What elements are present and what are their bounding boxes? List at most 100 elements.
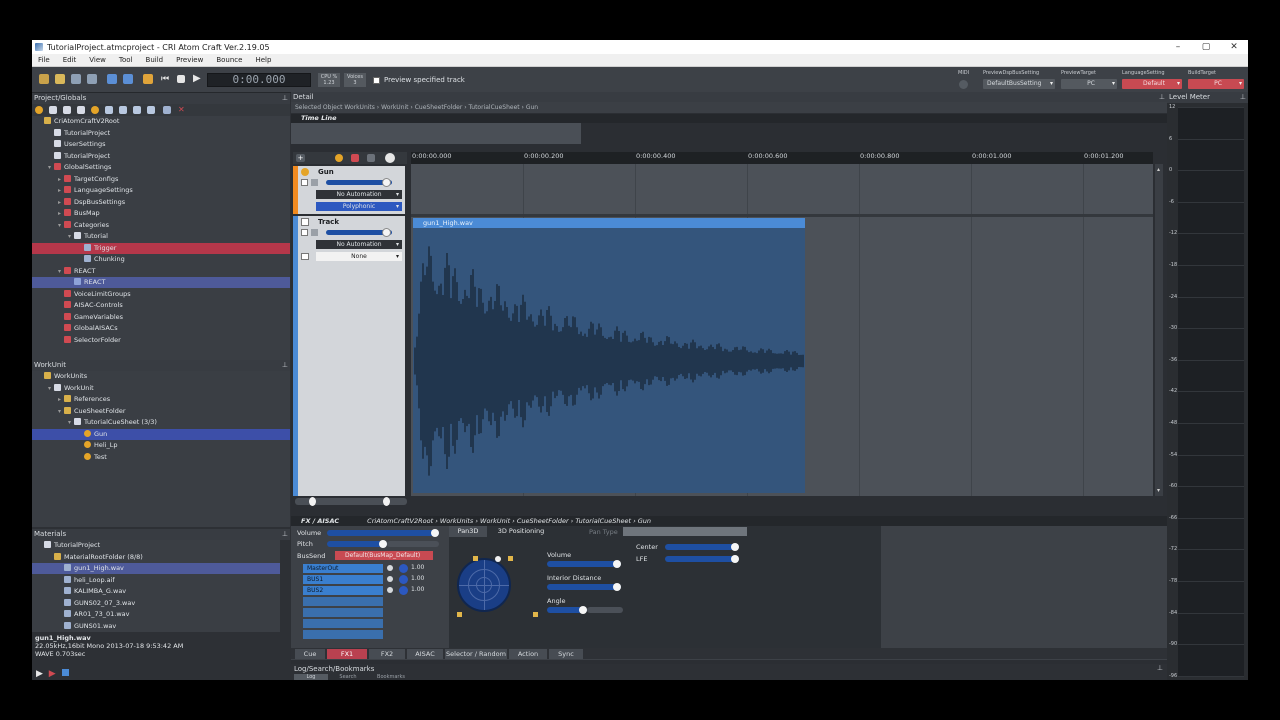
tab-action[interactable]: Action bbox=[509, 649, 547, 659]
tree-item[interactable]: GUNS01.wav bbox=[32, 621, 280, 632]
tree-item[interactable]: ▾ GlobalSettings bbox=[32, 162, 290, 173]
bus-value[interactable]: 1.00 bbox=[411, 586, 424, 593]
midi-icon[interactable] bbox=[959, 80, 968, 89]
tab-fx1[interactable]: FX1 bbox=[327, 649, 367, 659]
save-all-icon[interactable] bbox=[87, 74, 97, 84]
tab-3d-positioning[interactable]: 3D Positioning bbox=[491, 526, 551, 537]
doc-icon[interactable] bbox=[77, 106, 85, 114]
tab-log[interactable]: Log bbox=[294, 674, 328, 680]
tree-item[interactable]: GlobalAISACs bbox=[32, 323, 290, 334]
pan-type-select[interactable] bbox=[623, 527, 747, 536]
menu-edit[interactable]: Edit bbox=[57, 56, 84, 64]
tree-item[interactable]: ▾ Categories bbox=[32, 220, 290, 231]
language-setting-select[interactable]: Default bbox=[1122, 79, 1182, 89]
bus-value[interactable]: 1.00 bbox=[411, 575, 424, 582]
track-mode-select[interactable]: None bbox=[316, 252, 402, 261]
busmap-select[interactable]: Default(BusMap_Default) bbox=[335, 551, 433, 560]
bus-row-bus1[interactable]: BUS1 bbox=[303, 575, 383, 584]
tree-item[interactable]: ▾ REACT bbox=[32, 266, 290, 277]
stop-icon[interactable] bbox=[177, 75, 185, 83]
save-icon[interactable] bbox=[71, 74, 81, 84]
tree-item[interactable]: AR01_73_01.wav bbox=[32, 609, 280, 620]
tree-item[interactable]: Gun bbox=[32, 428, 290, 440]
mute-toggle[interactable] bbox=[301, 229, 308, 236]
tree-item[interactable]: ▾ Tutorial bbox=[32, 231, 290, 242]
angle-slider[interactable] bbox=[547, 606, 587, 614]
tab-aisac[interactable]: AISAC bbox=[407, 649, 443, 659]
slider-knob[interactable] bbox=[613, 560, 621, 568]
preview-dsp-select[interactable]: DefaultBusSetting bbox=[983, 79, 1055, 89]
tree-item[interactable]: KALIMBA_G.wav bbox=[32, 586, 280, 597]
tree-item[interactable]: GUNS02_07_3.wav bbox=[32, 598, 280, 609]
tree-item[interactable]: Heli_Lp bbox=[32, 440, 290, 451]
tree-item[interactable]: UserSettings bbox=[32, 139, 290, 150]
timeline-track-area[interactable]: gun1_High.wav bbox=[411, 164, 1153, 496]
clock-icon[interactable] bbox=[385, 153, 395, 163]
lock-icon[interactable] bbox=[311, 179, 318, 186]
record-icon[interactable]: ▶ bbox=[49, 669, 56, 679]
menu-file[interactable]: File bbox=[32, 56, 57, 64]
header-zoom-slider[interactable] bbox=[295, 497, 407, 506]
tree-item[interactable]: ▸ BusMap bbox=[32, 208, 290, 219]
cue-icon[interactable] bbox=[35, 106, 43, 114]
tree-item[interactable]: MaterialRootFolder (8/8) bbox=[32, 552, 280, 563]
zoom-knob[interactable] bbox=[309, 497, 316, 506]
bus-row-bus2[interactable]: BUS2 bbox=[303, 586, 383, 595]
slider-knob[interactable] bbox=[579, 606, 587, 614]
tab-pan3d[interactable]: Pan3D bbox=[449, 526, 487, 537]
bus-row-empty[interactable] bbox=[303, 608, 383, 617]
track-volume-knob[interactable] bbox=[382, 228, 391, 237]
tree-item[interactable]: ▾ TutorialCueSheet (3/3) bbox=[32, 417, 290, 428]
play-icon[interactable]: ▶ bbox=[36, 669, 43, 679]
timeline-ruler[interactable]: 0:00:00.000 0:00:00.200 0:00:00.400 0:00… bbox=[411, 152, 1153, 164]
menu-build[interactable]: Build bbox=[140, 56, 171, 64]
tree-item[interactable]: TutorialProject bbox=[32, 540, 280, 551]
tab-cue[interactable]: Cue bbox=[295, 649, 325, 659]
waveform-clip[interactable]: gun1_High.wav bbox=[413, 218, 805, 493]
menu-view[interactable]: View bbox=[83, 56, 113, 64]
tree-item[interactable]: Test bbox=[32, 452, 290, 463]
tab-sync[interactable]: Sync bbox=[549, 649, 583, 659]
pan-3d-circle[interactable] bbox=[457, 558, 511, 612]
minimize-button[interactable]: – bbox=[1164, 42, 1192, 52]
timeline-scrollbar[interactable]: ▴ ▾ bbox=[1155, 164, 1163, 496]
center-slider[interactable] bbox=[665, 543, 739, 551]
tree-item[interactable]: REACT bbox=[32, 277, 290, 288]
list-icon[interactable] bbox=[163, 106, 171, 114]
doc-icon[interactable] bbox=[63, 106, 71, 114]
preview-specified-track-checkbox[interactable] bbox=[373, 77, 380, 84]
grid-icon[interactable] bbox=[133, 106, 141, 114]
tree-item[interactable]: ▾ WorkUnit bbox=[32, 383, 290, 394]
pin-icon[interactable]: ⊥ bbox=[1240, 92, 1246, 103]
play-icon[interactable]: ▶ bbox=[193, 74, 203, 84]
open-folder-icon[interactable] bbox=[55, 74, 65, 84]
preview-target-select[interactable]: PC bbox=[1061, 79, 1117, 89]
doc-icon[interactable] bbox=[49, 106, 57, 114]
tree-item[interactable]: ▾ CueSheetFolder bbox=[32, 406, 290, 417]
tree-item[interactable]: Chunking bbox=[32, 254, 290, 265]
build-target-select[interactable]: PC bbox=[1188, 79, 1244, 89]
mute-toggle[interactable] bbox=[301, 179, 308, 186]
tab-selector-random[interactable]: Selector / Random bbox=[445, 649, 507, 659]
add-track-icon[interactable]: + bbox=[296, 154, 305, 162]
slider-knob[interactable] bbox=[613, 583, 621, 591]
lfe-slider[interactable] bbox=[665, 555, 739, 563]
redo-icon[interactable] bbox=[123, 74, 133, 84]
menu-bounce[interactable]: Bounce bbox=[210, 56, 249, 64]
grid-icon[interactable] bbox=[105, 106, 113, 114]
pan-volume-slider[interactable] bbox=[547, 560, 621, 568]
volume-slider[interactable] bbox=[327, 529, 439, 537]
bus-row-empty[interactable] bbox=[303, 630, 383, 639]
interior-distance-slider[interactable] bbox=[547, 583, 621, 591]
close-button[interactable]: ✕ bbox=[1220, 42, 1248, 52]
track-automation-select[interactable]: No Automation bbox=[316, 240, 402, 249]
maximize-button[interactable]: ▢ bbox=[1192, 42, 1220, 52]
pin-icon[interactable]: ⊥ bbox=[282, 93, 288, 104]
send-knob-icon[interactable] bbox=[399, 564, 408, 573]
slider-knob[interactable] bbox=[379, 540, 387, 548]
pitch-slider[interactable] bbox=[327, 540, 387, 548]
bus-value[interactable]: 1.00 bbox=[411, 564, 424, 571]
skip-back-icon[interactable]: ⏮ bbox=[161, 74, 171, 84]
bus-row-empty[interactable] bbox=[303, 597, 383, 606]
pin-icon[interactable]: ⊥ bbox=[282, 529, 288, 540]
